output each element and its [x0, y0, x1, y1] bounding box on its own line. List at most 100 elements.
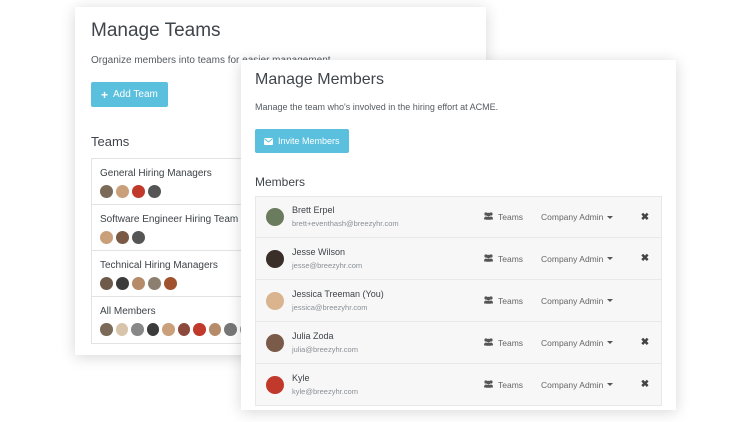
times-icon[interactable]: ✖ — [639, 337, 651, 348]
avatar — [146, 323, 159, 336]
member-email: jesse@breezyhr.com — [292, 260, 363, 270]
add-team-label: Add Team — [113, 89, 158, 100]
plus-icon: + — [101, 87, 109, 102]
caret-down-icon — [607, 383, 614, 386]
member-info: Jesse Wilson jesse@breezyhr.com — [292, 246, 483, 272]
avatar — [266, 291, 284, 310]
times-icon[interactable]: ✖ — [639, 379, 651, 390]
caret-down-icon — [607, 299, 614, 302]
avatar — [100, 277, 113, 290]
times-icon[interactable]: ✖ — [639, 253, 651, 264]
team-name: Technical Hiring Managers — [100, 260, 218, 271]
caret-down-icon — [607, 215, 614, 219]
role-label: Company Admin — [541, 253, 604, 264]
avatar — [115, 323, 128, 336]
member-name: Jesse Wilson — [292, 246, 346, 257]
team-avatars — [100, 323, 252, 336]
role-label: Company Admin — [541, 337, 604, 348]
users-icon — [483, 212, 494, 222]
member-row: Julia Zoda julia@breezyhr.com Teams Company… — [255, 322, 662, 364]
member-teams-button[interactable]: Teams — [483, 254, 541, 264]
avatar — [131, 323, 144, 336]
team-name: Software Engineer Hiring Team — [100, 214, 239, 225]
users-icon — [483, 337, 494, 348]
member-info: Jessica Treeman (You) jessica@breezyhr.co… — [292, 288, 483, 314]
teams-label: Teams — [498, 295, 524, 306]
member-teams-button[interactable]: Teams — [483, 296, 541, 306]
teams-label: Teams — [498, 212, 524, 222]
member-info: Brett Erpel brett+eventhash@breezyhr.com — [292, 204, 483, 230]
member-row: Kyle kyle@breezyhr.com Teams Company Admin ✖ — [255, 364, 662, 406]
teams-list: General Hiring Managers Software Engineer… — [91, 158, 261, 344]
avatar — [266, 375, 284, 394]
avatar — [164, 277, 177, 290]
teams-label: Teams — [498, 253, 524, 264]
member-role-dropdown[interactable]: Company Admin — [541, 212, 639, 222]
members-description: Manage the team who's involved in the hi… — [255, 102, 499, 112]
avatar — [148, 277, 161, 290]
avatar — [132, 277, 145, 290]
member-role-dropdown[interactable]: Company Admin — [541, 254, 639, 264]
invite-members-label: Invite Members — [278, 136, 340, 146]
teams-page-title: Manage Teams — [91, 20, 221, 41]
member-name: Kyle — [292, 372, 310, 383]
manage-members-panel: Manage Members Manage the team who's inv… — [241, 60, 676, 410]
member-role-dropdown[interactable]: Company Admin — [541, 296, 639, 306]
avatar — [148, 185, 161, 198]
teams-label: Teams — [498, 337, 524, 348]
members-list: Brett Erpel brett+eventhash@breezyhr.com T… — [255, 196, 662, 406]
users-icon — [483, 253, 494, 264]
avatar — [116, 185, 129, 198]
caret-down-icon — [607, 257, 614, 260]
member-name: Brett Erpel — [292, 205, 335, 215]
avatar — [208, 323, 221, 336]
member-email: kyle@breezyhr.com — [292, 386, 358, 396]
avatar — [100, 185, 113, 198]
avatar — [132, 231, 145, 244]
avatar — [193, 323, 206, 336]
member-name: Jessica Treeman (You) — [292, 288, 384, 299]
teams-label: Teams — [498, 379, 524, 390]
member-email: julia@breezyhr.com — [292, 344, 358, 354]
team-item[interactable]: All Members — [92, 297, 260, 343]
role-label: Company Admin — [541, 379, 604, 390]
team-item[interactable]: Technical Hiring Managers — [92, 251, 260, 297]
avatar — [116, 231, 129, 244]
invite-members-button[interactable]: Invite Members — [255, 129, 349, 153]
avatar — [177, 323, 190, 336]
caret-down-icon — [607, 341, 614, 344]
team-avatars — [100, 185, 252, 198]
member-row: Jesse Wilson jesse@breezyhr.com Teams Compa… — [255, 238, 662, 280]
times-icon[interactable]: ✖ — [639, 212, 651, 223]
member-teams-button[interactable]: Teams — [483, 338, 541, 348]
member-teams-button[interactable]: Teams — [483, 212, 541, 222]
member-teams-button[interactable]: Teams — [483, 380, 541, 390]
avatar — [162, 323, 175, 336]
team-item[interactable]: General Hiring Managers — [92, 159, 260, 205]
avatar — [266, 333, 284, 352]
members-section-heading: Members — [255, 175, 306, 189]
users-icon — [483, 379, 494, 390]
avatar — [116, 277, 129, 290]
avatar — [100, 231, 113, 244]
avatar — [100, 323, 113, 336]
member-name: Julia Zoda — [292, 330, 334, 341]
team-name: All Members — [100, 306, 156, 317]
member-role-dropdown[interactable]: Company Admin — [541, 380, 639, 390]
team-item[interactable]: Software Engineer Hiring Team — [92, 205, 260, 251]
member-info: Kyle kyle@breezyhr.com — [292, 372, 483, 398]
avatar — [224, 323, 237, 336]
avatar — [132, 185, 145, 198]
users-icon — [483, 295, 494, 306]
add-team-button[interactable]: + Add Team — [91, 82, 168, 107]
member-info: Julia Zoda julia@breezyhr.com — [292, 330, 483, 356]
member-role-dropdown[interactable]: Company Admin — [541, 338, 639, 348]
avatar — [266, 208, 284, 226]
envelope-icon — [264, 137, 273, 145]
avatar — [266, 249, 284, 268]
team-avatars — [100, 277, 252, 290]
role-label: Company Admin — [541, 295, 604, 306]
member-row: Brett Erpel brett+eventhash@breezyhr.com T… — [255, 196, 662, 238]
role-label: Company Admin — [541, 212, 604, 222]
member-email: brett+eventhash@breezyhr.com — [292, 219, 399, 228]
